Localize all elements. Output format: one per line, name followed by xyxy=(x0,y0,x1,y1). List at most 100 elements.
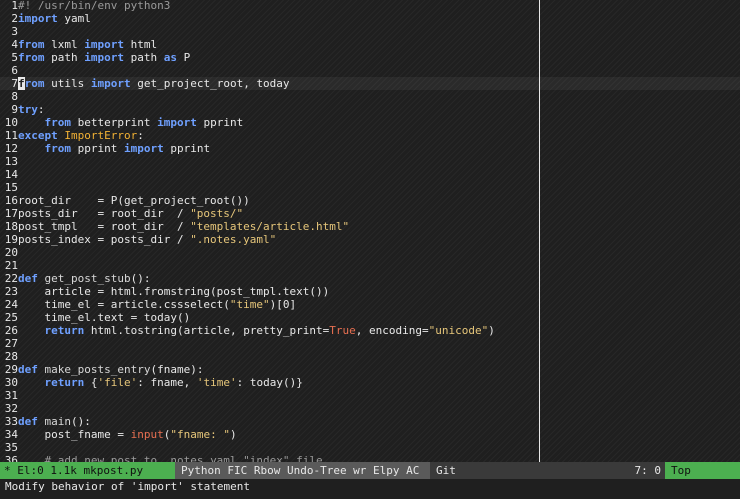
code-token: time_el.text = today() xyxy=(18,311,191,324)
line-number: 1 xyxy=(11,0,18,12)
code-token: import xyxy=(157,116,197,129)
line-number: 26 xyxy=(4,324,18,337)
code-token: from xyxy=(18,38,45,51)
line-number: 8 xyxy=(11,90,18,103)
code-line[interactable]: 32 xyxy=(0,402,740,415)
code-line[interactable]: 7from utils import get_project_root, tod… xyxy=(0,77,740,90)
code-line[interactable]: 26 return html.tostring(article, pretty_… xyxy=(0,324,740,337)
line-number: 9 xyxy=(11,103,18,116)
editor-buffer[interactable]: 1#! /usr/bin/env python3 2import yaml 3 4fr… xyxy=(0,0,740,462)
code-token: P xyxy=(177,51,191,64)
code-token: "time" xyxy=(229,298,270,311)
minor-modes[interactable]: Python FIC Rbow Undo-Tree wr Elpy AC xyxy=(175,462,430,479)
code-line[interactable]: 23 article = html.fromstring(post_tmpl.t… xyxy=(0,285,740,298)
code-token: html.tostring(article, pretty_print= xyxy=(84,324,330,337)
code-line[interactable]: 11except ImportError: xyxy=(0,129,740,142)
line-number: 2 xyxy=(11,12,18,25)
line-text: from lxml import html xyxy=(18,38,157,51)
line-text: time_el.text = today() xyxy=(18,311,190,324)
line-text: return {'file': fname, 'time': today()} xyxy=(18,376,303,389)
code-line[interactable]: 22def get_post_stub(): xyxy=(0,272,740,285)
code-line[interactable]: 14 xyxy=(0,168,740,181)
code-line[interactable]: 4from lxml import html xyxy=(0,38,740,51)
buffer-state: * El:0 1.1k mkpost.py xyxy=(0,462,175,479)
code-token: return xyxy=(44,376,85,389)
code-token: pprint xyxy=(163,142,211,155)
line-number: 14 xyxy=(4,168,18,181)
code-line[interactable]: 20 xyxy=(0,246,740,259)
code-line[interactable]: 5from path import path as P xyxy=(0,51,740,64)
code-line[interactable]: 28 xyxy=(0,350,740,363)
line-number: 7 xyxy=(11,77,18,90)
code-token: yaml xyxy=(57,12,91,25)
code-token: #! /usr/bin/env python3 xyxy=(18,0,171,12)
code-token: ImportError xyxy=(64,129,138,142)
position-separator: : xyxy=(641,464,648,477)
code-token: post_tmpl = root_dir / xyxy=(18,220,191,233)
code-token: def xyxy=(18,272,38,285)
line-text: from betterprint import pprint xyxy=(18,116,244,129)
code-token: import xyxy=(123,142,164,155)
code-token: , encoding= xyxy=(355,324,429,337)
line-number: 21 xyxy=(4,259,18,272)
line-text: from path import path as P xyxy=(18,51,190,64)
code-token: import xyxy=(18,12,58,25)
code-line[interactable]: 31 xyxy=(0,389,740,402)
code-line[interactable]: 15 xyxy=(0,181,740,194)
code-line[interactable]: 35 xyxy=(0,441,740,454)
code-line[interactable]: 36 # add new post to .notes.yaml "index"… xyxy=(0,454,740,462)
line-number: 11 xyxy=(4,129,18,142)
code-line[interactable]: 19posts_index = posts_dir / ".notes.yaml… xyxy=(0,233,740,246)
code-line[interactable]: 18post_tmpl = root_dir / "templates/arti… xyxy=(0,220,740,233)
line-number: 15 xyxy=(4,181,18,194)
code-line[interactable]: 9try: xyxy=(0,103,740,116)
code-token: import xyxy=(84,51,124,64)
cursor-position: 7: 0 xyxy=(605,462,665,479)
code-line[interactable]: 34 post_fname = input("fname: ") xyxy=(0,428,740,441)
line-text: #! /usr/bin/env python3 xyxy=(18,0,170,12)
code-line[interactable]: 25 time_el.text = today() xyxy=(0,311,740,324)
code-line[interactable]: 16root_dir = P(get_project_root()) xyxy=(0,194,740,207)
line-number: 5 xyxy=(11,51,18,64)
code-line[interactable]: 13 xyxy=(0,155,740,168)
echo-area: Modify behavior of 'import' statement xyxy=(0,479,740,499)
code-line[interactable]: 2import yaml xyxy=(0,12,740,25)
code-token: (): xyxy=(130,272,151,285)
code-line[interactable]: 24 time_el = article.cssselect("time")[0… xyxy=(0,298,740,311)
code-line[interactable]: 6 xyxy=(0,64,740,77)
code-token: return xyxy=(44,324,85,337)
code-token: (): xyxy=(71,415,91,428)
line-number: 12 xyxy=(4,142,18,155)
code-line[interactable]: 33def main(): xyxy=(0,415,740,428)
code-token: as xyxy=(163,51,177,64)
code-line[interactable]: 10 from betterprint import pprint xyxy=(0,116,740,129)
code-line[interactable]: 12 from pprint import pprint xyxy=(0,142,740,155)
line-number: 23 xyxy=(4,285,18,298)
code-line[interactable]: 27 xyxy=(0,337,740,350)
line-text: except ImportError: xyxy=(18,129,144,142)
code-line[interactable]: 1#! /usr/bin/env python3 xyxy=(0,0,740,12)
code-line[interactable]: 17posts_dir = root_dir / "posts/" xyxy=(0,207,740,220)
code-token: { xyxy=(84,376,98,389)
code-token: main xyxy=(37,415,71,428)
line-number: 22 xyxy=(4,272,18,285)
line-text: post_fname = input("fname: ") xyxy=(18,428,236,441)
code-token: 'file' xyxy=(97,376,138,389)
code-token: get_post_stub xyxy=(37,272,131,285)
code-line[interactable]: 21 xyxy=(0,259,740,272)
code-line[interactable]: 29def make_posts_entry(fname): xyxy=(0,363,740,376)
line-text: post_tmpl = root_dir / "templates/articl… xyxy=(18,220,349,233)
code-token: input xyxy=(130,428,164,441)
line-text: root_dir = P(get_project_root()) xyxy=(18,194,250,207)
code-line[interactable]: 8 xyxy=(0,90,740,103)
code-line[interactable]: 3 xyxy=(0,25,740,38)
code-token: path xyxy=(44,51,85,64)
code-token: : xyxy=(37,103,45,116)
vc-branch: Git xyxy=(436,464,456,477)
code-token: : fname, xyxy=(137,376,197,389)
code-line[interactable]: 30 return {'file': fname, 'time': today(… xyxy=(0,376,740,389)
code-token: def xyxy=(18,363,38,376)
line-text: posts_dir = root_dir / "posts/" xyxy=(18,207,243,220)
code-token: pprint xyxy=(196,116,244,129)
